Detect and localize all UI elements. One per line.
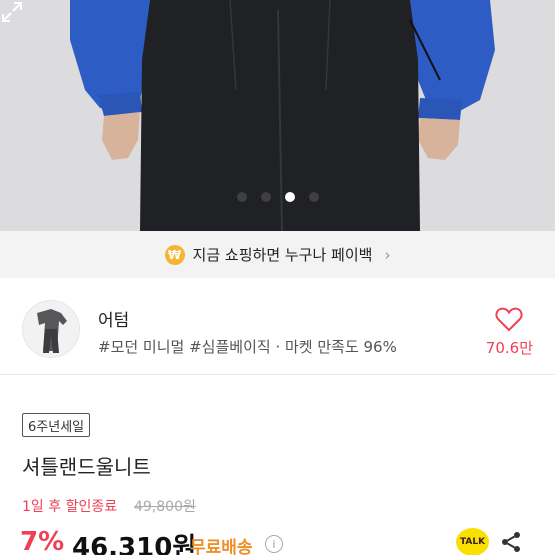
discount-rate: 7%	[20, 527, 65, 555]
chevron-right-icon: ›	[384, 245, 391, 264]
carousel-dot[interactable]	[260, 192, 271, 202]
shop-logo	[23, 301, 79, 357]
info-icon[interactable]: i	[265, 535, 283, 553]
shop-name[interactable]: 어텀	[98, 306, 129, 331]
payback-won-icon: ₩	[164, 244, 185, 265]
shop-avatar[interactable]	[22, 300, 80, 358]
free-shipping-label: 무료배송	[190, 538, 253, 555]
heart-icon[interactable]	[495, 306, 523, 332]
carousel-dot-active[interactable]	[284, 192, 295, 202]
payback-banner[interactable]: ₩ 지금 쇼핑하면 누구나 페이백 ›	[0, 231, 555, 278]
carousel-indicators[interactable]	[0, 192, 555, 202]
original-price: 49,800원	[134, 499, 196, 515]
share-icon[interactable]	[499, 530, 523, 554]
like-count: 70.6만	[485, 339, 533, 357]
product-image[interactable]	[0, 0, 555, 231]
sale-deadline: 1일 후 할인종료	[22, 499, 118, 515]
product-title: 셔틀랜드울니트	[22, 455, 151, 479]
expand-icon[interactable]	[0, 0, 24, 24]
shop-info[interactable]: 어텀 #모던 미니멀 #심플베이직 · 마켓 만족도 96%	[0, 279, 555, 375]
shop-tags: #모던 미니멀 #심플베이직 · 마켓 만족도 96%	[98, 338, 397, 356]
carousel-dot[interactable]	[236, 192, 247, 202]
kakao-talk-icon[interactable]: TALK	[456, 528, 489, 555]
sale-price: 46,310원	[72, 533, 197, 555]
sale-badge: 6주년세일	[22, 413, 91, 437]
carousel-dot[interactable]	[308, 192, 319, 202]
payback-text: 지금 쇼핑하면 누구나 페이백	[192, 246, 373, 264]
